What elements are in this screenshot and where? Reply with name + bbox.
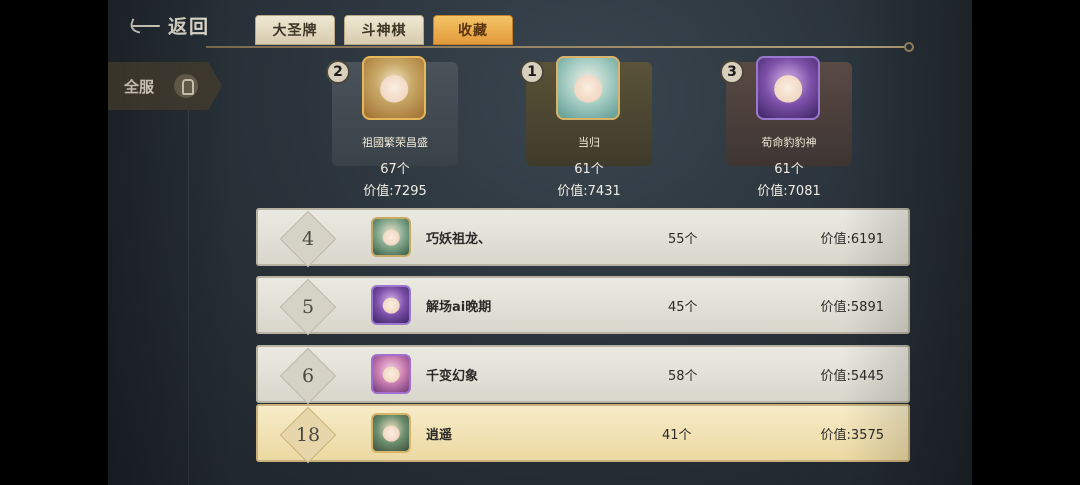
- collection-value: 价值:5891: [820, 300, 884, 315]
- collection-count: 61个: [774, 162, 804, 177]
- avatar: [556, 56, 620, 120]
- ranking-row[interactable]: 5 解场ai晚期 45个 价值:5891: [256, 276, 910, 336]
- collection-count: 61个: [574, 162, 604, 177]
- tab-dashengpai[interactable]: 大圣牌: [255, 15, 335, 45]
- server-filter-label: 全服: [124, 77, 155, 96]
- collection-value: 价值:7295: [363, 184, 427, 199]
- podium-rank-2[interactable]: 2 祖國繁荣昌盛 67个 价值:7295: [326, 56, 458, 199]
- rank-number: 6: [301, 365, 315, 387]
- back-label: 返回: [168, 16, 211, 38]
- collection-value: 价值:5445: [820, 369, 884, 384]
- rank-badge: 1: [520, 60, 544, 84]
- player-name: 巧妖祖龙、: [426, 232, 492, 247]
- podium-rank-1[interactable]: 1 当归 61个 价值:7431: [520, 56, 652, 199]
- collection-count: 58个: [668, 369, 698, 384]
- collection-value: 价值:6191: [820, 232, 884, 247]
- tab-collection[interactable]: 收藏: [433, 15, 513, 45]
- tab-bar: 大圣牌 斗神棋 收藏: [255, 15, 513, 45]
- avatar: [362, 56, 426, 120]
- rank-number: 18: [295, 424, 321, 446]
- back-button[interactable]: 返回: [132, 12, 210, 39]
- ranking-row[interactable]: 6 千变幻象 58个 价值:5445: [256, 345, 910, 405]
- microphone-icon: [174, 74, 199, 98]
- header-divider: [206, 46, 906, 48]
- rank-number: 4: [301, 228, 315, 250]
- avatar: [371, 413, 411, 453]
- player-name: 当归: [578, 136, 600, 149]
- player-name: 祖國繁荣昌盛: [362, 136, 428, 149]
- player-name: 解场ai晚期: [426, 300, 492, 315]
- avatar: [371, 217, 411, 257]
- leaderboard-screen: 返回 大圣牌 斗神棋 收藏 全服 2 祖國繁荣昌盛 67个 价值:7295 1 …: [108, 0, 972, 485]
- collection-count: 55个: [668, 232, 698, 247]
- rank-badge: 2: [326, 60, 350, 84]
- collection-count: 67个: [380, 162, 410, 177]
- player-name: 荀命豹豹神: [761, 136, 817, 149]
- tab-doushenqi[interactable]: 斗神棋: [344, 15, 424, 45]
- rank-badge: 3: [720, 60, 744, 84]
- rank-number: 5: [301, 296, 315, 318]
- podium-rank-3[interactable]: 3 荀命豹豹神 61个 价值:7081: [720, 56, 852, 199]
- collection-value: 价值:7081: [757, 184, 821, 199]
- header-divider-dot: [904, 42, 914, 52]
- collection-value: 价值:7431: [557, 184, 621, 199]
- server-filter-button[interactable]: 全服: [108, 62, 222, 110]
- ranking-row[interactable]: 4 巧妖祖龙、 55个 价值:6191: [256, 208, 910, 268]
- back-arrow-icon: [132, 19, 162, 33]
- avatar: [756, 56, 820, 120]
- player-name: 逍遥: [426, 428, 453, 443]
- collection-count: 41个: [662, 428, 692, 443]
- avatar: [371, 354, 411, 394]
- my-ranking-row[interactable]: 18 逍遥 41个 价值:3575: [256, 404, 910, 464]
- avatar: [371, 285, 411, 325]
- collection-value: 价值:3575: [820, 428, 884, 443]
- divider-line: [188, 110, 189, 485]
- player-name: 千变幻象: [426, 369, 479, 384]
- collection-count: 45个: [668, 300, 698, 315]
